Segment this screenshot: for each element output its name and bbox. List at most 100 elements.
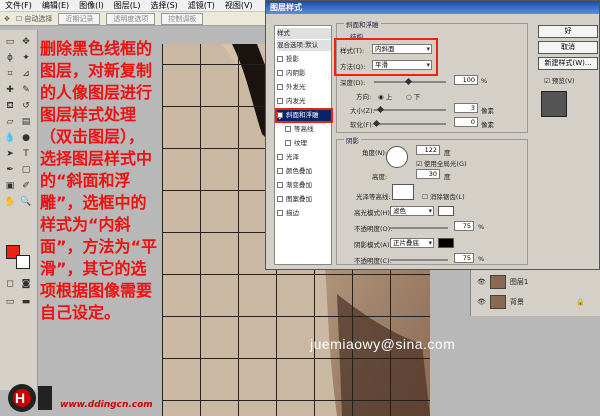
screen-mode-icon[interactable]: ▭ — [4, 296, 16, 308]
menu-view[interactable]: 视图(V) — [220, 0, 258, 11]
blend-options-item[interactable]: 混合选项:默认 — [277, 40, 331, 51]
style-select[interactable]: 内斜面 — [372, 44, 432, 54]
style-item-bevel-emboss[interactable]: ✓ 斜面和浮雕 — [275, 108, 333, 123]
logo-url: www.ddingcn.com — [60, 400, 153, 410]
crop-icon[interactable]: ⌗ — [4, 68, 16, 80]
opacity1-input[interactable]: 75 — [454, 221, 474, 231]
palette-button[interactable]: 控制调板 — [161, 12, 204, 25]
layer-row[interactable]: 👁 背景 🔒 — [477, 292, 597, 312]
cancel-button[interactable]: 取消 — [538, 41, 598, 54]
shadow-mode-select[interactable]: 正片叠底 — [390, 238, 434, 248]
style-item-pattern-overlay[interactable]: 图案叠加 — [277, 194, 331, 205]
opacity2-slider[interactable] — [390, 259, 448, 261]
heal-icon[interactable]: ✚ — [4, 84, 16, 96]
menu-layer[interactable]: 图层(L) — [109, 0, 146, 11]
blur-icon[interactable]: 💧 — [4, 132, 16, 144]
layers-panel: 👁 图层1 👁 背景 🔒 — [470, 270, 600, 316]
move-icon[interactable]: ✥ — [20, 36, 32, 48]
highlight-color-swatch[interactable] — [438, 206, 454, 216]
opacity1-label: 不透明度(O): — [354, 225, 393, 233]
dialog-title: 图层样式 — [266, 1, 599, 14]
opacity1-slider[interactable] — [390, 227, 448, 229]
style-item-inner-shadow[interactable]: 内阴影 — [277, 68, 331, 79]
notes-icon[interactable]: ▣ — [4, 180, 16, 192]
stamp-icon[interactable]: ⛾ — [4, 100, 16, 112]
style-item-inner-glow[interactable]: 内发光 — [277, 96, 331, 107]
highlight-mode-select[interactable]: 滤色 — [390, 206, 434, 216]
anti-alias-checkbox[interactable]: ☐ 消除锯齿(L) — [422, 191, 465, 201]
ok-button[interactable]: 好 — [538, 25, 598, 38]
pen-icon[interactable]: ✒ — [4, 164, 16, 176]
history-brush-icon[interactable]: ↺ — [20, 100, 32, 112]
soften-label: 软化(F): — [350, 121, 375, 129]
lasso-icon[interactable]: ϕ — [4, 52, 16, 64]
style-item-stroke[interactable]: 描边 — [277, 208, 331, 219]
brush-icon[interactable]: ✎ — [20, 84, 32, 96]
menu-file[interactable]: 文件(F) — [0, 0, 37, 11]
technique-select[interactable]: 平滑 — [372, 60, 432, 70]
angle-input[interactable]: 122 — [416, 145, 440, 155]
eye-icon[interactable]: 👁 — [477, 278, 486, 286]
style-item-drop-shadow[interactable]: 投影 — [277, 54, 331, 65]
style-item-contour[interactable]: 等高线 — [285, 124, 339, 135]
quickmask-off-icon[interactable]: ◻ — [4, 278, 16, 290]
preview-swatch — [541, 91, 567, 117]
quickmask-on-icon[interactable]: ◙ — [20, 278, 32, 290]
eraser-icon[interactable]: ▱ — [4, 116, 16, 128]
direction-up-radio[interactable]: ◉ 上 — [378, 91, 392, 101]
menu-filter[interactable]: 滤镜(T) — [183, 0, 220, 11]
altitude-input[interactable]: 30 — [416, 169, 440, 179]
bevel-section-label: 斜面和浮雕 — [344, 19, 381, 29]
styles-list: 样式 混合选项:默认 投影 内阴影 外发光 内发光 ✓ 斜面和浮雕 等高线 纹理 … — [274, 25, 333, 265]
direction-down-radio[interactable]: ○ 下 — [406, 91, 420, 101]
auto-select-checkbox[interactable]: ☐ 自动选择 — [16, 14, 53, 24]
eyedropper-icon[interactable]: ✐ — [20, 180, 32, 192]
path-select-icon[interactable]: ➤ — [4, 148, 16, 160]
shading-label: 阴影 — [344, 135, 361, 145]
altitude-unit: 度 — [444, 173, 451, 181]
gradient-icon[interactable]: ▤ — [20, 116, 32, 128]
gloss-contour-label: 光泽等高线: — [356, 193, 391, 201]
soften-slider[interactable] — [374, 123, 446, 125]
history-button[interactable]: 近期记录 — [58, 12, 101, 25]
style-item-texture[interactable]: 纹理 — [285, 138, 339, 149]
shape-icon[interactable]: ▢ — [20, 164, 32, 176]
menu-select[interactable]: 选择(S) — [145, 0, 182, 11]
new-style-button[interactable]: 新建样式(W)... — [538, 57, 598, 70]
global-light-checkbox[interactable]: ☑ 使用全局光(G) — [416, 158, 467, 168]
slice-icon[interactable]: ⊿ — [20, 68, 32, 80]
site-logo: H — [8, 384, 52, 412]
menu-edit[interactable]: 编辑(E) — [37, 0, 74, 11]
marquee-icon[interactable]: ▭ — [4, 36, 16, 48]
soften-input[interactable]: 0 — [454, 117, 478, 127]
shadow-color-swatch[interactable] — [438, 238, 454, 248]
opacity2-unit: % — [478, 255, 485, 263]
preview-checkbox[interactable]: ☑ 预览(V) — [544, 75, 574, 85]
depth-input[interactable]: 100 — [454, 75, 478, 85]
eye-icon[interactable]: 👁 — [477, 298, 486, 306]
opacity2-input[interactable]: 75 — [454, 253, 474, 263]
transparency-button[interactable]: 透明度选项 — [106, 12, 156, 25]
zoom-icon[interactable]: 🔍 — [20, 196, 32, 208]
size-slider[interactable] — [374, 109, 446, 111]
size-unit: 像素 — [481, 107, 494, 115]
dodge-icon[interactable]: ● — [20, 132, 32, 144]
layer-row[interactable]: 👁 图层1 — [477, 272, 597, 292]
style-item-satin[interactable]: 光泽 — [277, 152, 331, 163]
hand-icon[interactable]: ✋ — [4, 196, 16, 208]
gloss-contour-picker[interactable] — [392, 184, 414, 200]
shadow-mode-label: 阴影模式(A): — [354, 241, 392, 249]
style-item-gradient-overlay[interactable]: 渐变叠加 — [277, 180, 331, 191]
toolbox: ▭ ✥ ϕ ✦ ⌗ ⊿ ✚ ✎ ⛾ ↺ ▱ ▤ 💧 ● ➤ T ✒ ▢ ▣ ✐ … — [0, 30, 38, 390]
type-icon[interactable]: T — [20, 148, 32, 160]
style-item-color-overlay[interactable]: 颜色叠加 — [277, 166, 331, 177]
fullscreen-icon[interactable]: ▬ — [20, 296, 32, 308]
menu-image[interactable]: 图像(I) — [74, 0, 109, 11]
style-item-outer-glow[interactable]: 外发光 — [277, 82, 331, 93]
background-color-swatch[interactable] — [16, 255, 30, 269]
magic-wand-icon[interactable]: ✦ — [20, 52, 32, 64]
depth-label: 深度(D): — [340, 79, 366, 87]
size-input[interactable]: 3 — [454, 103, 478, 113]
angle-dial[interactable] — [386, 146, 408, 168]
styles-header[interactable]: 样式 — [277, 28, 331, 39]
